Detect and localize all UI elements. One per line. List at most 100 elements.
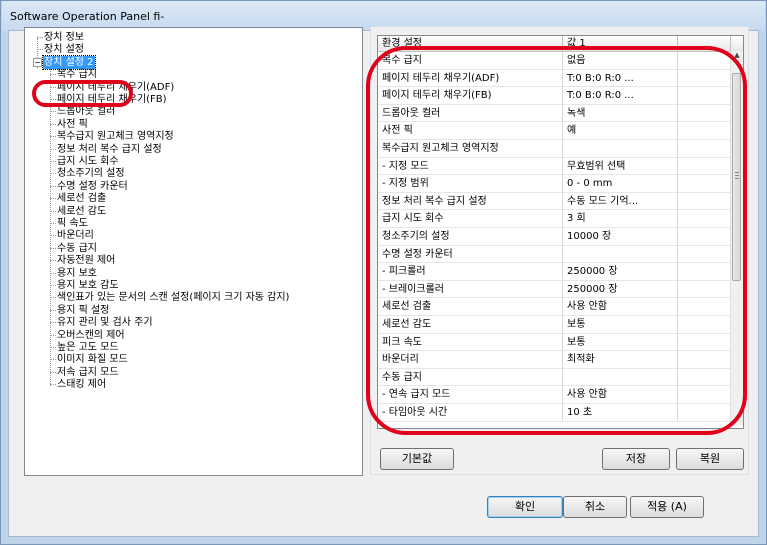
tree-item-label: 드롭아웃 컬러: [57, 106, 116, 118]
tree-item-label: 높은 고도 모드: [57, 342, 119, 353]
grid-cell-value[interactable]: 사용 안함: [563, 298, 678, 316]
defaults-button[interactable]: 기본값: [380, 448, 454, 470]
grid-row[interactable]: - 지정 모드 무효범위 선택: [378, 157, 731, 176]
grid-row[interactable]: - 피크롤러 250000 장: [378, 263, 731, 281]
grid-row[interactable]: - 지정 범위 0 - 0 mm: [378, 175, 731, 193]
grid-cell-setting: 급지 시도 회수: [378, 210, 563, 228]
grid-cell-extra: [678, 175, 731, 193]
tree-item-label: 정보 처리 복수 급지 설정: [57, 143, 162, 155]
tree-item-label: 복수급지 원고체크 영역지정: [57, 131, 174, 143]
grid-cell-extra: [678, 316, 731, 334]
save-button[interactable]: 저장: [602, 448, 670, 470]
scroll-up-icon[interactable]: ▲: [733, 51, 741, 59]
tree-item-label: 장치 설정: [44, 44, 84, 56]
tree-item-label: 장치 정보: [44, 32, 84, 43]
grid-cell-setting: 세로선 감도: [378, 316, 563, 334]
grid-cell-extra: [678, 333, 731, 352]
tree-item-label: 이미지 화질 모드: [57, 354, 128, 366]
grid-cell-setting: 세로선 검출: [378, 298, 563, 316]
cancel-button[interactable]: 취소: [563, 496, 627, 518]
grid-cell-extra: [678, 386, 731, 404]
collapse-icon[interactable]: −: [33, 57, 42, 67]
grid-row[interactable]: 수명 설정 카운터: [378, 245, 731, 264]
grid-cell-extra: [678, 280, 731, 299]
grid-row[interactable]: 수동 급지: [378, 368, 731, 387]
grid-cell-extra: [678, 87, 731, 105]
tree-item-label: 유지 관리 및 검사 주기: [57, 317, 153, 329]
grid-row[interactable]: 사전 픽예: [378, 122, 731, 140]
tree-item-label: 바운더리: [57, 230, 94, 242]
grid-cell-setting: 수명 설정 카운터: [378, 245, 563, 264]
grid-row[interactable]: 피크 속도 보통: [378, 333, 731, 352]
scroll-thumb[interactable]: [732, 73, 741, 281]
grid-cell-extra: [678, 122, 731, 140]
grid-cell-value[interactable]: 최적화: [563, 351, 678, 369]
grid-row[interactable]: - 연속 급지 모드 사용 안함: [378, 386, 731, 404]
grid-cell-extra: [678, 263, 731, 281]
header-extra[interactable]: [678, 36, 731, 51]
grid-cell-value[interactable]: 수동 모드 기억...: [563, 192, 678, 211]
grid-row[interactable]: 복수 급지 없음: [378, 52, 731, 70]
grid-row[interactable]: - 타임아웃 시간 10 초: [378, 404, 731, 422]
grid-row[interactable]: 세로선 감도 보통: [378, 316, 731, 334]
grid-row[interactable]: 급지 시도 회수 3 회: [378, 210, 731, 228]
tree-item-label: 장치 설정 2: [42, 54, 96, 70]
grid-row[interactable]: 청소주기의 설정 10000 장: [378, 228, 731, 246]
tree-item-label: 세로선 감도: [57, 205, 107, 217]
settings-tree[interactable]: 장치 정보 장치 설정 − 장치 설정 2 복수 급지 페이지 테두리 채우기(ADF) 페…: [24, 27, 363, 476]
grid-row[interactable]: 복수급지 원고체크 영역지정: [378, 140, 731, 158]
apply-button[interactable]: 적용 (A): [630, 496, 704, 518]
grid-row[interactable]: 바운더리 최적화: [378, 351, 731, 369]
grid-cell-value[interactable]: 보통: [563, 333, 678, 352]
grid-cell-value[interactable]: 10000 장: [563, 228, 678, 246]
tree-item-label: 사전 픽: [57, 118, 88, 130]
grid-cell-setting: 정보 처리 복수 급지 설정: [378, 192, 563, 211]
tree-item-label: 복수 급지: [57, 69, 97, 81]
grid-cell-extra: [678, 351, 731, 369]
grid-cell-setting: 수동 급지: [378, 368, 563, 387]
tree-child-line: [50, 68, 51, 386]
header-value[interactable]: 값 1: [563, 36, 678, 51]
grid-cell-value[interactable]: 250000 장: [563, 263, 678, 281]
grid-cell-extra: [678, 157, 731, 176]
grid-cell-value[interactable]: 예: [563, 122, 678, 140]
grid-cell-value[interactable]: [563, 245, 678, 264]
grid-scrollbar[interactable]: ▲: [730, 51, 743, 426]
restore-button[interactable]: 복원: [676, 448, 744, 470]
tree-item-label: 저속 급지 모드: [57, 366, 119, 378]
grid-row[interactable]: - 브레이크롤러 250000 장: [378, 280, 731, 299]
grid-cell-value[interactable]: 무효범위 선택: [563, 157, 678, 176]
grid-cell-value[interactable]: 없음: [563, 52, 678, 70]
grid-cell-value[interactable]: 보통: [563, 316, 678, 334]
grid-row[interactable]: 정보 처리 복수 급지 설정 수동 모드 기억...: [378, 192, 731, 211]
grid-cell-value[interactable]: [563, 140, 678, 158]
grid-cell-value[interactable]: T:0 B:0 R:0 ...: [563, 87, 678, 105]
grid-cell-setting: 청소주기의 설정: [378, 228, 563, 246]
tree-item-label: 색인표가 있는 문서의 스캔 설정(페이지 크기 자동 감지): [57, 292, 290, 304]
grid-row[interactable]: 페이지 테두리 채우기(FB) T:0 B:0 R:0 ...: [378, 87, 731, 105]
grid-cell-value[interactable]: [563, 368, 678, 387]
grid-cell-extra: [678, 210, 731, 228]
grid-row[interactable]: 드롭아웃 컬러 녹색: [378, 104, 731, 123]
grid-cell-value[interactable]: 사용 안함: [563, 386, 678, 404]
grid-cell-setting: 복수급지 원고체크 영역지정: [378, 140, 563, 158]
grid-cell-value[interactable]: 3 회: [563, 210, 678, 228]
grid-cell-extra: [678, 404, 731, 422]
grid-cell-value[interactable]: 10 초: [563, 404, 678, 422]
grid-cell-setting: 사전 픽: [378, 122, 563, 140]
header-setting[interactable]: 환경 설정: [378, 36, 563, 51]
grid-cell-value[interactable]: T:0 B:0 R:0 ...: [563, 69, 678, 88]
grid-cell-setting: 페이지 테두리 채우기(FB): [378, 87, 563, 105]
grid-row[interactable]: 세로선 검출 사용 안함: [378, 298, 731, 316]
ok-button[interactable]: 확인: [487, 496, 563, 518]
grid-cell-setting: - 타임아웃 시간: [378, 404, 563, 422]
settings-grid[interactable]: 환경 설정 값 1 복수 급지 없음 페이지 테두리 채우기(ADF) T:0 B:0…: [377, 35, 744, 429]
grid-cell-value[interactable]: 250000 장: [563, 280, 678, 299]
grid-cell-value[interactable]: 녹색: [563, 104, 678, 123]
tree-item-label: 수명 설정 카운터: [57, 180, 128, 192]
grid-cell-extra: [678, 192, 731, 211]
grid-cell-value[interactable]: 0 - 0 mm: [563, 175, 678, 193]
tree-item-label: 용지 보호 감도: [57, 280, 119, 291]
grid-cell-setting: 바운더리: [378, 351, 563, 369]
grid-row[interactable]: 페이지 테두리 채우기(ADF) T:0 B:0 R:0 ...: [378, 69, 731, 88]
